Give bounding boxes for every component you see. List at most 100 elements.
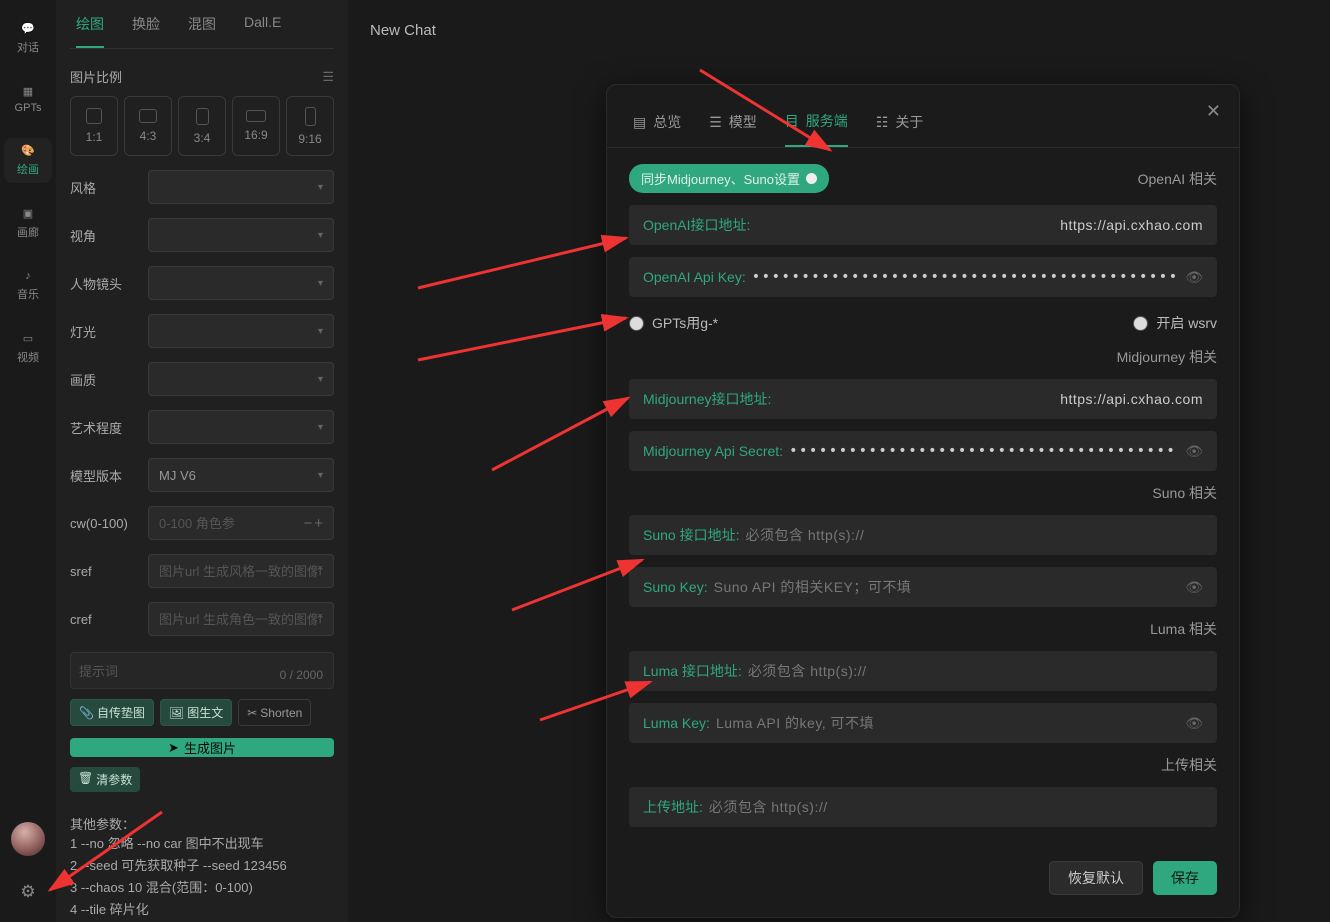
grid-icon: ▦	[23, 85, 33, 98]
ratio-16-9[interactable]: 16:9	[232, 96, 280, 156]
ratio-header: 图片比例☰	[70, 67, 334, 86]
mtab-overview[interactable]: ▤总览	[633, 111, 681, 147]
ratio-row: 1:1 4:3 3:4 16:9 9:16	[70, 96, 334, 156]
chevron-down-icon: ▾	[318, 374, 323, 385]
image-icon: ▣	[23, 207, 33, 220]
info-icon: ☷	[876, 114, 889, 131]
minus-icon[interactable]: −	[303, 515, 312, 532]
luma-url-input[interactable]: Luma 接口地址:	[629, 651, 1217, 691]
sliders-icon: ☰	[709, 114, 722, 131]
angle-label: 视角	[70, 226, 140, 245]
sref-input[interactable]: ⤒	[148, 554, 334, 588]
sidebar-tabs: 绘图 换脸 混图 Dall.E	[70, 0, 334, 49]
toggle-knob	[806, 173, 817, 184]
art-select[interactable]: ▾	[148, 410, 334, 444]
portrait-label: 人物镜头	[70, 274, 140, 293]
nav-chat[interactable]: 💬对话	[4, 16, 52, 61]
section-upload: 上传相关	[629, 755, 1217, 775]
tab-mix[interactable]: 混图	[188, 14, 216, 48]
wsrv-toggle[interactable]: 开启 wsrv	[1133, 313, 1217, 333]
nav-gpts[interactable]: ▦GPTs	[4, 79, 52, 120]
suno-url-input[interactable]: Suno 接口地址:	[629, 515, 1217, 555]
eye-icon[interactable]: 👁	[1185, 579, 1203, 596]
model-label: 模型版本	[70, 466, 140, 485]
openai-url-input[interactable]: OpenAI接口地址:	[629, 205, 1217, 245]
upload-url-input[interactable]: 上传地址:	[629, 787, 1217, 827]
ratio-3-4[interactable]: 3:4	[178, 96, 226, 156]
mtab-server[interactable]: 目服务端	[785, 111, 848, 147]
upload-icon[interactable]: ⤒	[317, 611, 323, 627]
char-count: 0 / 2000	[280, 668, 323, 682]
section-openai: OpenAI 相关	[1138, 169, 1217, 189]
tab-dalle[interactable]: Dall.E	[244, 14, 281, 48]
help-line: 1 --no 忽略 --no car 图中不出现车	[70, 833, 334, 855]
upload-icon[interactable]: ⤒	[317, 563, 323, 579]
quality-select[interactable]: ▾	[148, 362, 334, 396]
suno-key-input[interactable]: Suno Key:👁	[629, 567, 1217, 607]
chip-shorten[interactable]: ✂Shorten	[238, 699, 311, 726]
close-icon[interactable]: ✕	[1206, 101, 1221, 122]
chip-upload[interactable]: 📎自传垫图	[70, 699, 154, 726]
save-button[interactable]: 保存	[1153, 861, 1217, 895]
eye-icon[interactable]: 👁	[1185, 269, 1203, 286]
sidebar: 绘图 换脸 混图 Dall.E 图片比例☰ 1:1 4:3 3:4 16:9 9…	[56, 0, 348, 922]
nav-video[interactable]: ▭视频	[4, 326, 52, 371]
mtab-model[interactable]: ☰模型	[709, 111, 757, 147]
nav-gallery[interactable]: ▣画廊	[4, 201, 52, 246]
section-mj: Midjourney 相关	[629, 347, 1217, 367]
gpts-toggle[interactable]: GPTs用g-*	[629, 313, 718, 333]
avatar[interactable]	[11, 822, 45, 856]
nav-draw[interactable]: 🎨绘画	[4, 138, 52, 183]
settings-modal: ✕ ▤总览 ☰模型 目服务端 ☷关于 同步Midjourney、Suno设置 O…	[606, 84, 1240, 918]
cw-input[interactable]: − +	[148, 506, 334, 540]
quality-label: 画质	[70, 370, 140, 389]
ratio-9-16[interactable]: 9:16	[286, 96, 334, 156]
ratio-4-3[interactable]: 4:3	[124, 96, 172, 156]
reset-button[interactable]: 恢复默认	[1049, 861, 1143, 895]
help-line: 4 --tile 碎片化	[70, 899, 334, 921]
mtab-about[interactable]: ☷关于	[876, 111, 924, 147]
tab-draw[interactable]: 绘图	[76, 14, 104, 48]
palette-icon: 🎨	[21, 144, 35, 157]
section-luma: Luma 相关	[629, 619, 1217, 639]
help-header: 其他参数：	[70, 814, 334, 833]
list-icon[interactable]: ☰	[322, 69, 334, 85]
settings-icon[interactable]: ⚙	[20, 882, 35, 902]
plus-icon[interactable]: +	[314, 515, 323, 532]
portrait-select[interactable]: ▾	[148, 266, 334, 300]
chevron-down-icon: ▾	[318, 182, 323, 193]
model-select[interactable]: MJ V6▾	[148, 458, 334, 492]
tab-faceswap[interactable]: 换脸	[132, 14, 160, 48]
chip-img2img[interactable]: 🖼图生文	[160, 699, 232, 726]
art-label: 艺术程度	[70, 418, 140, 437]
style-label: 风格	[70, 178, 140, 197]
clear-params-button[interactable]: 🗑清参数	[70, 767, 140, 792]
chat-title: New Chat	[370, 22, 436, 39]
mj-key-input[interactable]: Midjourney Api Secret:👁	[629, 431, 1217, 471]
chevron-down-icon: ▾	[318, 230, 323, 241]
mj-url-input[interactable]: Midjourney接口地址:	[629, 379, 1217, 419]
sync-toggle[interactable]: 同步Midjourney、Suno设置	[629, 164, 829, 193]
luma-key-input[interactable]: Luma Key:👁	[629, 703, 1217, 743]
vertical-nav: 💬对话 ▦GPTs 🎨绘画 ▣画廊 ♪音乐 ▭视频 ⚙	[0, 0, 56, 922]
light-select[interactable]: ▾	[148, 314, 334, 348]
video-icon: ▭	[23, 332, 33, 345]
prompt-textarea[interactable]: 提示词0 / 2000	[70, 652, 334, 689]
chevron-down-icon: ▾	[318, 326, 323, 337]
openai-key-input[interactable]: OpenAI Api Key:👁	[629, 257, 1217, 297]
help-line: 2 --seed 可先获取种子 --seed 123456	[70, 855, 334, 877]
chevron-down-icon: ▾	[318, 422, 323, 433]
eye-icon[interactable]: 👁	[1185, 443, 1203, 460]
light-label: 灯光	[70, 322, 140, 341]
ratio-1-1[interactable]: 1:1	[70, 96, 118, 156]
section-suno: Suno 相关	[629, 483, 1217, 503]
angle-select[interactable]: ▾	[148, 218, 334, 252]
style-select[interactable]: ▾	[148, 170, 334, 204]
eye-icon[interactable]: 👁	[1185, 715, 1203, 732]
cref-input[interactable]: ⤒	[148, 602, 334, 636]
generate-button[interactable]: ➤生成图片	[70, 738, 334, 757]
nav-music[interactable]: ♪音乐	[4, 264, 52, 308]
cref-label: cref	[70, 612, 140, 627]
toggle-knob	[629, 316, 644, 331]
cw-label: cw(0-100)	[70, 516, 140, 531]
